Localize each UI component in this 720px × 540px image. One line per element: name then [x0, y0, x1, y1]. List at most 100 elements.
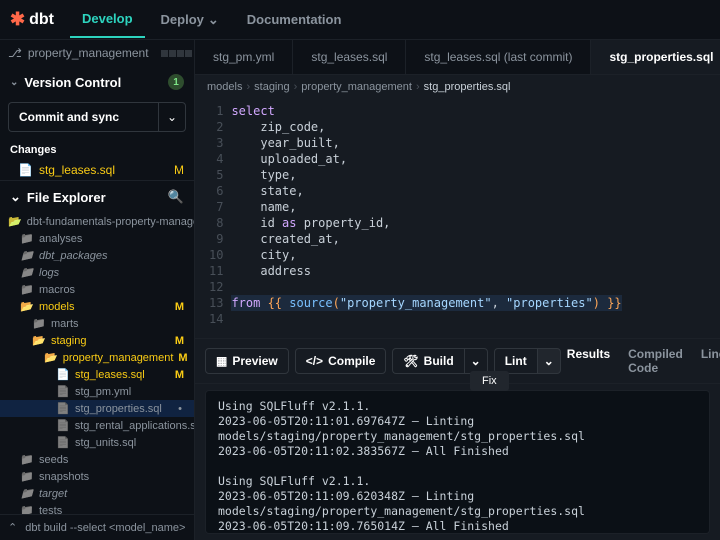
branch-icon: ⎇: [8, 46, 22, 60]
breadcrumb: models›staging›property_management›stg_p…: [195, 75, 720, 99]
file-icon: [56, 368, 70, 381]
file-icon: [56, 385, 70, 398]
logo-text: dbt: [29, 11, 54, 29]
lint-dropdown[interactable]: ⌄: [537, 348, 561, 374]
results-tab[interactable]: Results: [567, 347, 610, 375]
folder-open-icon: [20, 300, 34, 313]
tree-item-label: dbt-fundamentals-property-management: [27, 216, 194, 228]
tree-item[interactable]: tests: [0, 502, 194, 514]
folder-icon: [20, 283, 34, 296]
file-explorer-header[interactable]: ⌄ File Explorer 🔍: [0, 181, 194, 213]
compiled-code-tab[interactable]: Compiled Code: [628, 347, 683, 375]
lineage-tab[interactable]: Lineage: [701, 347, 720, 375]
code-body[interactable]: select zip_code, year_built, uploaded_at…: [231, 99, 621, 338]
folder-icon: [20, 453, 34, 466]
unsaved-dot: •: [178, 403, 188, 415]
tree-item[interactable]: analyses: [0, 230, 194, 247]
tree-item[interactable]: stg_pm.yml: [0, 383, 194, 400]
tree-item-label: macros: [39, 284, 75, 296]
results-console[interactable]: Using SQLFluff v2.1.1. 2023-06-05T20:11:…: [205, 390, 710, 534]
nav-deploy-label: Deploy: [161, 12, 204, 27]
commit-sync-button[interactable]: Commit and sync ⌄: [8, 102, 186, 132]
chevron-up-icon: ⌃: [8, 521, 17, 534]
tree-item[interactable]: target: [0, 485, 194, 502]
compile-button[interactable]: </> Compile: [295, 348, 387, 374]
chevron-down-icon: ⌄: [10, 77, 18, 88]
search-icon[interactable]: 🔍: [168, 189, 184, 205]
nav-docs[interactable]: Documentation: [235, 1, 354, 38]
breadcrumb-separator: ›: [294, 81, 298, 93]
tree-item-label: analyses: [39, 233, 82, 245]
wrench-icon: 🛠: [403, 354, 418, 368]
tree-item-label: staging: [51, 335, 86, 347]
top-nav: ✱ dbt Develop Deploy ⌄ Documentation: [0, 0, 720, 40]
editor-tab[interactable]: stg_leases.sql: [293, 40, 406, 74]
compile-label: Compile: [328, 354, 375, 368]
breadcrumb-separator: ›: [246, 81, 250, 93]
chevron-down-icon: ⌄: [10, 189, 21, 205]
tree-item[interactable]: dbt_packages: [0, 247, 194, 264]
nav-deploy[interactable]: Deploy ⌄: [149, 1, 231, 38]
breadcrumb-item[interactable]: models: [207, 81, 242, 93]
command-bar[interactable]: ⌃ dbt build --select <model_name>: [0, 514, 194, 540]
folder-icon: [20, 504, 34, 514]
tree-item[interactable]: logs: [0, 264, 194, 281]
tree-item[interactable]: stg_rental_applications.sql: [0, 417, 194, 434]
tree-item-label: target: [39, 488, 67, 500]
tree-item-label: marts: [51, 318, 79, 330]
tree-item-label: snapshots: [39, 471, 89, 483]
folder-icon: [20, 487, 34, 500]
tree-item[interactable]: marts: [0, 315, 194, 332]
editor-tab[interactable]: stg_properties.sql: [591, 40, 720, 74]
preview-button[interactable]: ▦ Preview: [205, 348, 289, 374]
modified-badge: M: [178, 352, 191, 364]
folder-open-icon: [44, 351, 58, 364]
version-control-label: Version Control: [24, 75, 121, 90]
logo-icon: ✱: [10, 9, 25, 30]
project-picker[interactable]: ⎇ property_management: [0, 40, 194, 66]
version-control-header[interactable]: ⌄ Version Control 1: [0, 66, 194, 98]
tree-item-label: property_management: [63, 352, 174, 364]
folder-icon: [20, 232, 34, 245]
folder-icon: [20, 266, 34, 279]
tree-item-label: tests: [39, 505, 62, 515]
breadcrumb-item[interactable]: property_management: [301, 81, 412, 93]
tree-item[interactable]: property_management M: [0, 349, 194, 366]
nav-develop[interactable]: Develop: [70, 1, 145, 38]
build-button[interactable]: 🛠 Build: [392, 348, 463, 374]
lint-label: Lint: [505, 354, 527, 368]
changed-file-name: stg_leases.sql: [39, 163, 115, 177]
fix-tooltip[interactable]: Fix: [470, 371, 509, 391]
changed-file-row[interactable]: 📄stg_leases.sqlM: [0, 160, 194, 180]
change-count-badge: 1: [168, 74, 184, 90]
tree-item[interactable]: modelsM: [0, 298, 194, 315]
tree-item-label: stg_units.sql: [75, 437, 136, 449]
editor-tab[interactable]: stg_leases.sql (last commit): [406, 40, 591, 74]
tree-item[interactable]: snapshots: [0, 468, 194, 485]
folder-icon: [20, 249, 34, 262]
tree-item[interactable]: dbt-fundamentals-property-management: [0, 213, 194, 230]
tree-item[interactable]: stagingM: [0, 332, 194, 349]
commit-dropdown[interactable]: ⌄: [158, 102, 186, 132]
changes-heading: Changes: [0, 136, 194, 160]
tree-item[interactable]: stg_properties.sql•: [0, 400, 194, 417]
tree-item-label: stg_pm.yml: [75, 386, 131, 398]
action-toolbar: ▦ Preview </> Compile 🛠 Build ⌄ Lint ⌄: [195, 338, 720, 384]
tree-item-label: models: [39, 301, 74, 313]
folder-open-icon: [8, 215, 22, 228]
breadcrumb-item[interactable]: staging: [254, 81, 289, 93]
project-name: property_management: [28, 46, 149, 60]
tree-item-label: stg_rental_applications.sql: [75, 420, 194, 432]
code-editor[interactable]: 1234567891011121314 select zip_code, yea…: [195, 99, 720, 338]
tree-item-label: seeds: [39, 454, 68, 466]
grid-icon[interactable]: [161, 50, 192, 57]
breadcrumb-item[interactable]: stg_properties.sql: [424, 81, 511, 93]
tree-item[interactable]: seeds: [0, 451, 194, 468]
folder-open-icon: [32, 334, 46, 347]
tree-item[interactable]: stg_units.sql: [0, 434, 194, 451]
tree-item-label: dbt_packages: [39, 250, 108, 262]
editor-tab[interactable]: stg_pm.yml: [195, 40, 293, 74]
tree-item[interactable]: stg_leases.sqlM: [0, 366, 194, 383]
modified-badge: M: [175, 369, 188, 381]
tree-item[interactable]: macros: [0, 281, 194, 298]
